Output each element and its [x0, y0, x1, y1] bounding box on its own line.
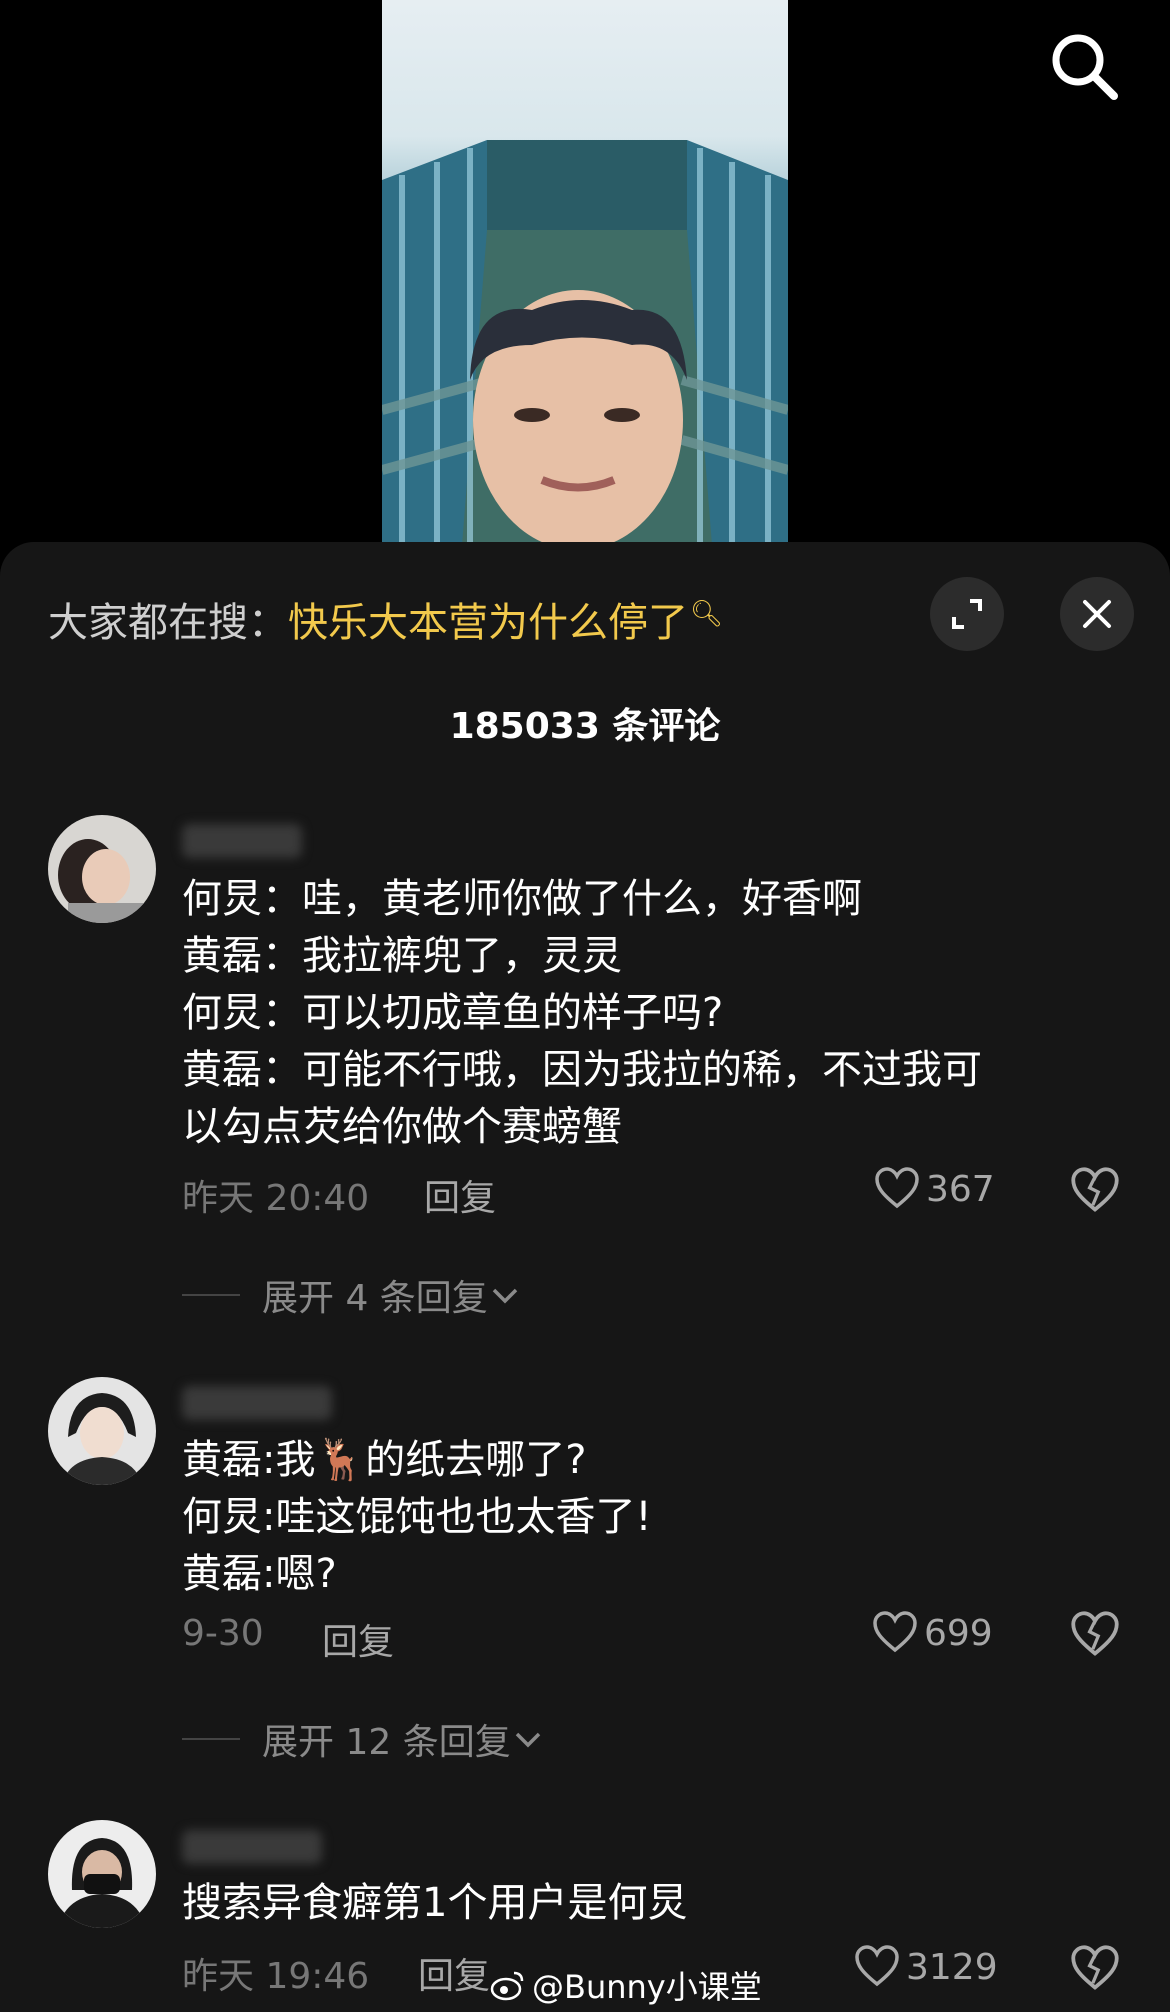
dislike-button[interactable]: [1070, 1610, 1120, 1660]
comment-line: 黄磊：我拉裤兜了，灵灵: [182, 933, 622, 979]
weibo-logo-icon: [490, 1971, 524, 2001]
reply-button[interactable]: 回复: [322, 1613, 394, 1665]
comment-line: 黄磊：可能不行哦，因为我拉的稀，不过我可: [182, 1047, 982, 1093]
dislike-button[interactable]: [1070, 1166, 1120, 1216]
hot-search-query-text[interactable]: 快乐大本营为什么停了: [288, 600, 688, 646]
username-blurred[interactable]: [182, 1830, 322, 1864]
like-button[interactable]: 3129: [854, 1944, 998, 1990]
watermark: @Bunny小课堂: [490, 1962, 762, 2008]
comment-text: 搜索异食癖第1个用户是何炅: [182, 1875, 1112, 1932]
comment-sheet: 大家都在搜：快乐大本营为什么停了🔍︎ 185033 条评论 何炅：哇，黄老师你做…: [0, 542, 1170, 2012]
avatar[interactable]: [48, 1377, 156, 1485]
comment-time: 9-30: [182, 1613, 264, 1654]
avatar[interactable]: [48, 815, 156, 923]
avatar-image: [48, 815, 156, 923]
broken-heart-icon: [1071, 1945, 1119, 1990]
search-icon: [1052, 34, 1118, 100]
expand-replies-label[interactable]: 展开 4 条回复: [262, 1269, 488, 1321]
comment-text: 黄磊:我🦌的纸去哪了? 何炅:哇这馄饨也也太香了! 黄磊:嗯?: [182, 1432, 1112, 1603]
divider-line: [182, 1294, 240, 1296]
watermark-text: @Bunny小课堂: [532, 1968, 762, 2006]
comment-time: 昨天 19:46: [182, 1956, 370, 1997]
comment-line: 何炅:哇这馄饨也也太香了!: [182, 1494, 652, 1540]
close-icon: [1083, 600, 1111, 628]
close-button[interactable]: [1060, 577, 1134, 651]
search-button[interactable]: [1044, 26, 1124, 106]
like-button[interactable]: 367: [874, 1166, 995, 1212]
heart-icon: [873, 1611, 917, 1653]
avatar[interactable]: [48, 1820, 156, 1928]
comment-line: 搜索异食癖第1个用户是何炅: [182, 1880, 688, 1926]
username-blurred[interactable]: [182, 1386, 332, 1420]
comment-time: 昨天 20:40: [182, 1178, 370, 1219]
expand-icon: [952, 599, 982, 629]
magnifier-icon: 🔍︎: [690, 598, 724, 629]
comment-line: 何炅：可以切成章鱼的样子吗?: [182, 990, 724, 1036]
dislike-button[interactable]: [1070, 1944, 1120, 1994]
hot-search-bar: 大家都在搜：快乐大本营为什么停了🔍︎: [48, 590, 723, 648]
like-count: 367: [926, 1168, 995, 1210]
comment-line: 何炅：哇，黄老师你做了什么，好香啊: [182, 876, 862, 922]
comment-line: 以勾点芡给你做个赛螃蟹: [182, 1104, 622, 1150]
reply-button[interactable]: 回复: [418, 1947, 490, 1999]
heart-icon: [855, 1945, 899, 1987]
comment-line: 黄磊:我🦌的纸去哪了?: [182, 1437, 587, 1483]
comment-line: 黄磊:嗯?: [182, 1551, 337, 1597]
hot-search-label: 大家都在搜：: [48, 600, 288, 646]
reply-button[interactable]: 回复: [424, 1169, 496, 1221]
comment-count: 185033 条评论: [449, 706, 721, 747]
expand-replies[interactable]: 展开 4 条回复: [182, 1269, 522, 1321]
divider-line: [182, 1738, 240, 1740]
broken-heart-icon: [1071, 1611, 1119, 1656]
hot-search-query[interactable]: 快乐大本营为什么停了🔍︎: [288, 598, 724, 646]
avatar-image: [48, 1377, 156, 1485]
expand-replies-label[interactable]: 展开 12 条回复: [262, 1713, 511, 1765]
broken-heart-icon: [1071, 1167, 1119, 1212]
heart-icon: [875, 1167, 919, 1209]
chevron-down-icon: [492, 1288, 518, 1304]
expand-replies[interactable]: 展开 12 条回复: [182, 1713, 545, 1765]
comment-text: 何炅：哇，黄老师你做了什么，好香啊 黄磊：我拉裤兜了，灵灵 何炅：可以切成章鱼的…: [182, 871, 1112, 1156]
like-count: 699: [924, 1612, 993, 1654]
expand-button[interactable]: [930, 577, 1004, 651]
like-count: 3129: [906, 1946, 998, 1988]
avatar-image: [48, 1820, 156, 1928]
video-player[interactable]: [382, 0, 788, 545]
like-button[interactable]: 699: [872, 1610, 993, 1656]
username-blurred[interactable]: [182, 824, 302, 858]
chevron-down-icon: [515, 1732, 540, 1748]
video-frame: [382, 140, 788, 545]
